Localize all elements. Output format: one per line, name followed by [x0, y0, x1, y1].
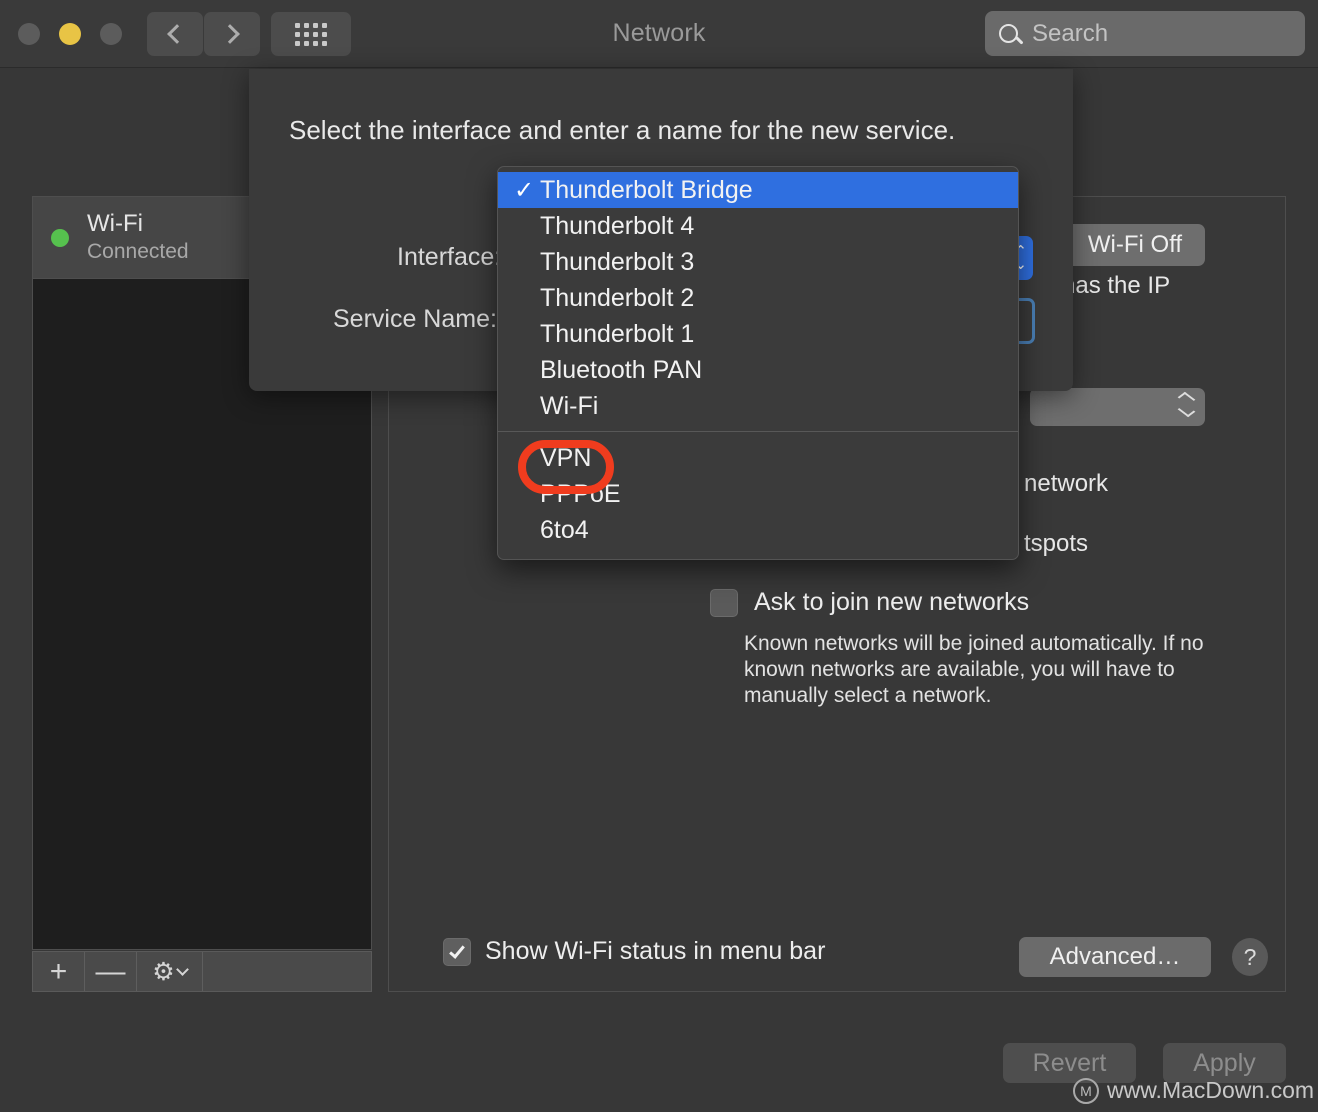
- service-actions-button[interactable]: ⚙: [137, 952, 203, 991]
- watermark-text: www.MacDown.com: [1107, 1077, 1315, 1103]
- search-field[interactable]: Search: [985, 11, 1305, 56]
- advanced-button[interactable]: Advanced…: [1019, 937, 1211, 977]
- service-name: Wi-Fi: [87, 210, 143, 237]
- menu-item-label: Thunderbolt 3: [540, 247, 695, 276]
- network-preferences-window: Network Search Wi-Fi Connected + — ⚙ Wi-…: [0, 0, 1318, 1112]
- menu-separator: [498, 431, 1018, 432]
- menu-item-bluetooth-pan[interactable]: Bluetooth PAN: [498, 352, 1018, 388]
- search-placeholder: Search: [1032, 19, 1109, 47]
- menu-item-6to4[interactable]: 6to4: [498, 512, 1018, 548]
- menu-item-label: Thunderbolt 1: [540, 319, 695, 348]
- gear-icon: ⚙: [152, 957, 175, 986]
- status-badge: Connected: [87, 240, 189, 263]
- chevron-down-icon: [175, 963, 189, 976]
- network-name-popup[interactable]: [1030, 388, 1205, 426]
- show-wifi-status-checkbox[interactable]: Show Wi-Fi status in menu bar: [443, 937, 825, 966]
- menu-item-label: PPPoE: [540, 479, 621, 508]
- menu-item-thunderbolt-bridge[interactable]: ✓ Thunderbolt Bridge: [498, 172, 1018, 208]
- menu-item-thunderbolt-2[interactable]: Thunderbolt 2: [498, 280, 1018, 316]
- menu-item-wifi[interactable]: Wi-Fi: [498, 388, 1018, 424]
- menu-item-thunderbolt-3[interactable]: Thunderbolt 3: [498, 244, 1018, 280]
- checkmark-icon: [449, 941, 465, 959]
- macdown-logo-icon: M: [1073, 1077, 1099, 1104]
- ask-to-join-label: Ask to join new networks: [754, 588, 1030, 616]
- interface-label: Interface:: [397, 243, 502, 271]
- checkbox-box[interactable]: [710, 588, 738, 617]
- ask-to-join-networks-checkbox[interactable]: Ask to join new networks: [710, 588, 1029, 617]
- menu-item-label: Bluetooth PAN: [540, 355, 703, 384]
- show-wifi-status-label: Show Wi-Fi status in menu bar: [485, 937, 826, 965]
- chevron-updown-icon: [1177, 391, 1196, 418]
- service-info: Wi-Fi Connected: [87, 210, 189, 265]
- ask-hotspots-fragment: tspots: [1024, 530, 1089, 557]
- menu-item-pppoe[interactable]: PPPoE: [498, 476, 1018, 512]
- service-name-label: Service Name:: [333, 305, 497, 333]
- menu-item-vpn[interactable]: VPN: [498, 440, 1018, 476]
- menu-item-label: Thunderbolt Bridge: [540, 175, 753, 204]
- watermark: M www.MacDown.com: [1073, 1077, 1314, 1104]
- ask-network-fragment: network: [1024, 470, 1109, 497]
- interface-dropdown-menu[interactable]: ✓ Thunderbolt Bridge Thunderbolt 4 Thund…: [497, 166, 1019, 560]
- menu-item-label: 6to4: [540, 515, 589, 544]
- menu-item-thunderbolt-4[interactable]: Thunderbolt 4: [498, 208, 1018, 244]
- checkbox-box-checked[interactable]: [443, 937, 471, 966]
- menu-item-label: VPN: [540, 443, 592, 472]
- menu-item-thunderbolt-1[interactable]: Thunderbolt 1: [498, 316, 1018, 352]
- ask-to-join-help-text: Known networks will be joined automatica…: [744, 632, 1204, 707]
- menu-item-label: Thunderbolt 4: [540, 211, 695, 240]
- search-icon: [999, 24, 1018, 43]
- sheet-title: Select the interface and enter a name fo…: [289, 115, 956, 145]
- remove-service-button[interactable]: —: [85, 952, 137, 991]
- service-list-toolbar: + — ⚙: [32, 951, 372, 992]
- window-titlebar: Network Search: [0, 0, 1318, 68]
- wifi-power-button[interactable]: Wi-Fi Off: [1065, 224, 1205, 266]
- menu-item-label: Thunderbolt 2: [540, 283, 695, 312]
- add-service-button[interactable]: +: [33, 952, 85, 991]
- wifi-status-text: has the IP: [1062, 272, 1171, 299]
- help-button[interactable]: ?: [1232, 938, 1268, 976]
- menu-item-label: Wi-Fi: [540, 391, 599, 420]
- status-indicator-icon: [51, 228, 69, 247]
- checkmark-icon: ✓: [514, 176, 535, 204]
